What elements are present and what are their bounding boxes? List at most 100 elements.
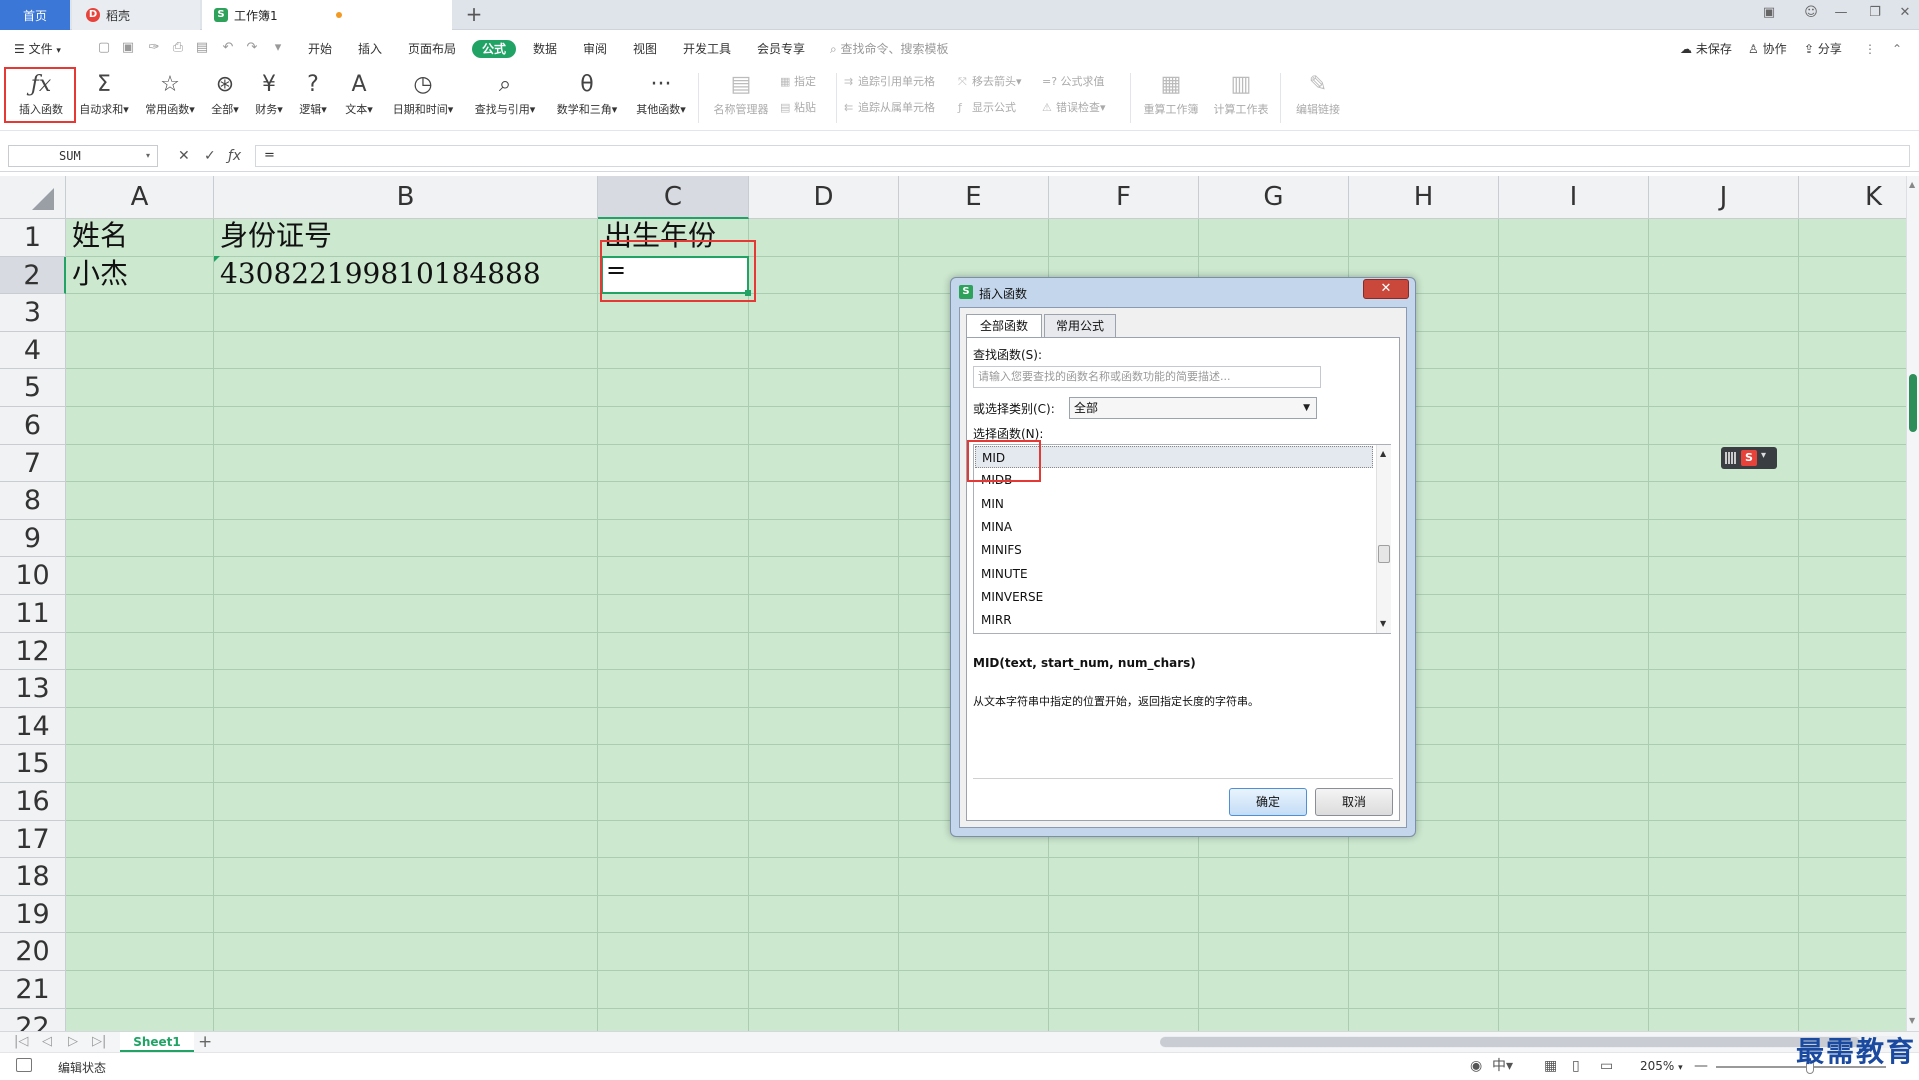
menu-page-layout[interactable]: 页面布局: [408, 40, 456, 58]
column-header-B[interactable]: B: [214, 176, 598, 219]
row-header-12[interactable]: 12: [0, 632, 66, 671]
function-list-item[interactable]: MINA: [975, 516, 1373, 538]
first-sheet-icon[interactable]: |◁: [14, 1034, 28, 1050]
format-painter-icon[interactable]: ✑: [146, 40, 162, 56]
undo-icon[interactable]: ↶: [220, 40, 236, 56]
text-functions-button[interactable]: A 文本▾: [336, 69, 382, 127]
collaborate-button[interactable]: ♙ 协作: [1748, 40, 1787, 58]
function-list-item[interactable]: MINVERSE: [975, 586, 1373, 608]
other-functions-button[interactable]: ··· 其他函数▾: [628, 69, 694, 127]
zoom-out-icon[interactable]: —: [1694, 1057, 1708, 1075]
trace-precedents-button[interactable]: ⇉ 追踪引用单元格: [844, 73, 935, 91]
column-header-A[interactable]: A: [66, 176, 214, 219]
page-layout-view-icon[interactable]: ▯: [1572, 1057, 1580, 1075]
eye-protection-icon[interactable]: ◉: [1470, 1057, 1482, 1075]
show-formulas-button[interactable]: ƒ 显示公式: [958, 99, 1016, 117]
tab-docer[interactable]: D 稻壳: [72, 0, 200, 30]
row-header-10[interactable]: 10: [0, 557, 66, 595]
menu-data[interactable]: 数据: [533, 40, 557, 58]
trace-dependents-button[interactable]: ⇇ 追踪从属单元格: [844, 99, 935, 117]
edit-links-button[interactable]: ✎ 编辑链接: [1288, 69, 1348, 127]
function-list-scrollbar[interactable]: ▲ ▼: [1376, 445, 1391, 633]
unsaved-status[interactable]: ☁ 未保存: [1680, 40, 1732, 58]
column-header-H[interactable]: H: [1349, 176, 1499, 219]
paste-name-button[interactable]: ▤ 粘贴: [780, 99, 816, 117]
function-list-item[interactable]: MINUTE: [975, 563, 1373, 585]
row-header-21[interactable]: 21: [0, 971, 66, 1009]
scroll-up-icon[interactable]: ▲: [1380, 449, 1386, 458]
logical-button[interactable]: ? 逻辑▾: [292, 69, 334, 127]
new-tab-button[interactable]: +: [462, 3, 486, 27]
row-header-16[interactable]: 16: [0, 783, 66, 821]
date-time-button[interactable]: ◷ 日期和时间▾: [384, 69, 462, 127]
restore-icon[interactable]: ❐: [1864, 5, 1886, 25]
row-header-9[interactable]: 9: [0, 519, 66, 558]
row-header-3[interactable]: 3: [0, 294, 66, 332]
menu-home[interactable]: 开始: [308, 40, 332, 58]
column-header-D[interactable]: D: [749, 176, 899, 219]
error-check-button[interactable]: ⚠ 错误检查▾: [1042, 99, 1106, 117]
recalc-workbook-button[interactable]: ▦ 重算工作簿: [1138, 69, 1204, 127]
name-box[interactable]: SUM: [8, 145, 158, 167]
row-header-15[interactable]: 15: [0, 745, 66, 783]
zoom-level[interactable]: 205% ▾: [1640, 1059, 1683, 1073]
function-list-item[interactable]: MINIFS: [975, 539, 1373, 561]
menu-formula[interactable]: 公式: [472, 40, 517, 58]
autosum-button[interactable]: Σ 自动求和▾: [72, 69, 136, 127]
cell-B2[interactable]: 430822199810184888: [220, 256, 541, 292]
row-header-19[interactable]: 19: [0, 895, 66, 934]
customize-toolbar-icon[interactable]: ▾: [270, 40, 286, 56]
row-header-7[interactable]: 7: [0, 444, 66, 483]
last-sheet-icon[interactable]: ▷|: [92, 1034, 106, 1050]
window-layout-icon[interactable]: ▣: [1758, 5, 1780, 25]
column-header-F[interactable]: F: [1049, 176, 1199, 219]
tab-common-formulas[interactable]: 常用公式: [1044, 314, 1116, 337]
dialog-title-bar[interactable]: S 插入函数 ✕: [951, 278, 1415, 306]
scroll-up-icon[interactable]: ▲: [1909, 180, 1915, 189]
function-list-item[interactable]: MIRR: [975, 609, 1373, 631]
macro-record-icon[interactable]: [16, 1058, 32, 1072]
row-header-20[interactable]: 20: [0, 933, 66, 971]
tab-workbook[interactable]: S 工作簿1: [202, 0, 452, 30]
prev-sheet-icon[interactable]: ◁: [42, 1034, 52, 1050]
row-header-18[interactable]: 18: [0, 858, 66, 896]
command-search[interactable]: ⌕ 查找命令、搜索模板: [830, 40, 949, 58]
scroll-down-icon[interactable]: ▼: [1380, 619, 1386, 628]
print-preview-icon[interactable]: ▤: [194, 40, 210, 56]
math-trig-button[interactable]: θ 数学和三角▾: [548, 69, 626, 127]
function-list-scroll-thumb[interactable]: [1378, 545, 1390, 563]
sheet-tab-sheet1[interactable]: Sheet1: [120, 1032, 194, 1052]
save-icon[interactable]: ▣: [120, 40, 136, 56]
category-select[interactable]: 全部 ▼: [1069, 397, 1317, 419]
avatar[interactable]: ☺: [1800, 5, 1822, 25]
row-header-13[interactable]: 13: [0, 670, 66, 708]
function-list-item[interactable]: MIN: [975, 493, 1373, 515]
chevron-down-icon[interactable]: ▾: [146, 151, 150, 160]
print-icon[interactable]: ⎙: [170, 40, 186, 56]
common-functions-button[interactable]: ☆ 常用函数▾: [138, 69, 202, 127]
column-header-C[interactable]: C: [598, 176, 749, 219]
normal-view-icon[interactable]: ▦: [1544, 1057, 1557, 1075]
row-header-1[interactable]: 1: [0, 219, 66, 257]
function-search-input[interactable]: 请输入您要查找的函数名称或函数功能的简要描述...: [973, 366, 1321, 388]
column-header-K[interactable]: K: [1799, 176, 1906, 219]
row-header-17[interactable]: 17: [0, 820, 66, 859]
column-header-G[interactable]: G: [1199, 176, 1349, 219]
tab-home[interactable]: 首页: [0, 0, 70, 30]
menu-review[interactable]: 审阅: [583, 40, 607, 58]
tab-all-functions[interactable]: 全部函数: [966, 314, 1042, 338]
calc-sheet-button[interactable]: ▥ 计算工作表: [1208, 69, 1274, 127]
file-menu[interactable]: ☰ 文件 ▾: [14, 40, 61, 58]
row-header-5[interactable]: 5: [0, 369, 66, 407]
horizontal-scroll-thumb[interactable]: [1160, 1037, 1860, 1047]
row-header-22[interactable]: 22: [0, 1008, 66, 1031]
financial-button[interactable]: ¥ 财务▾: [248, 69, 290, 127]
share-button[interactable]: ⇪ 分享: [1804, 40, 1842, 58]
close-window-icon[interactable]: ✕: [1894, 5, 1916, 25]
confirm-entry-icon[interactable]: ✓: [204, 147, 216, 165]
menu-view[interactable]: 视图: [633, 40, 657, 58]
menu-insert[interactable]: 插入: [358, 40, 382, 58]
scroll-down-icon[interactable]: ▼: [1909, 1016, 1915, 1025]
column-header-E[interactable]: E: [899, 176, 1049, 219]
cell-A2[interactable]: 小杰: [72, 256, 128, 292]
